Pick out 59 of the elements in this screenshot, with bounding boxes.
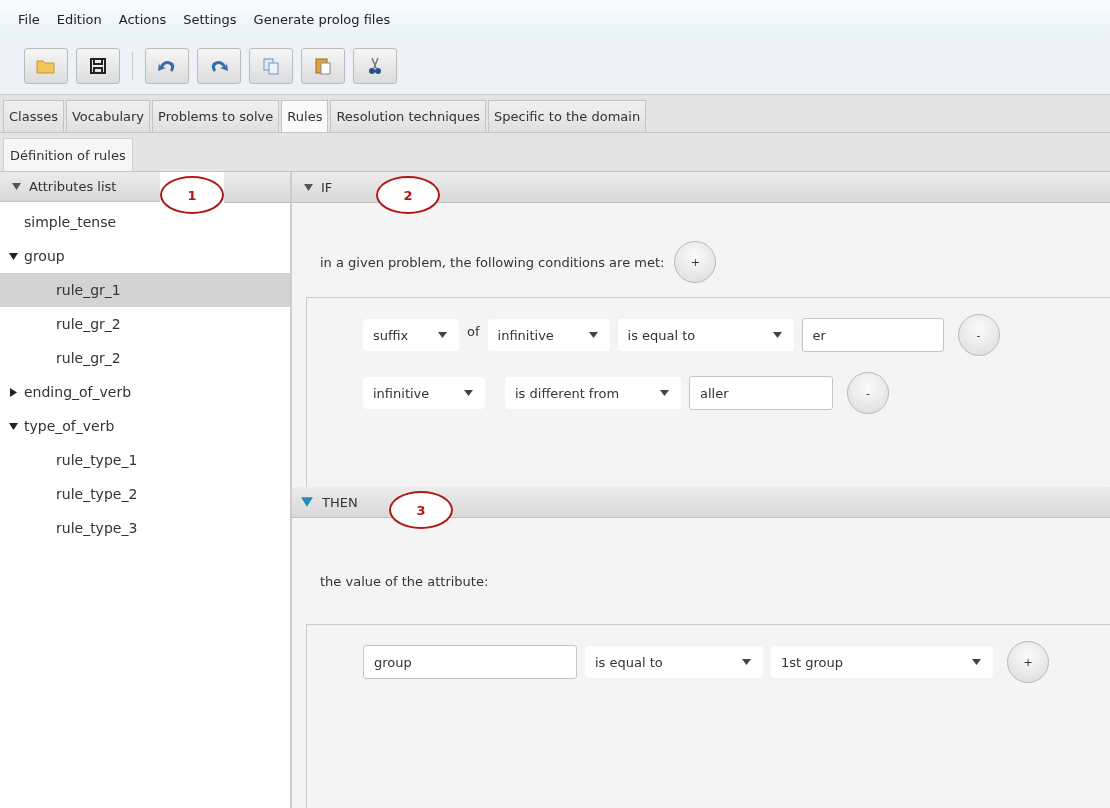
menu-item[interactable]: Generate prolog files [253,11,391,27]
caret-icon[interactable] [9,251,18,261]
tree-item[interactable]: rule_type_3 [0,511,290,545]
menu-item[interactable]: File [18,11,40,27]
floppy-icon [89,57,107,75]
caret-icon [972,659,981,665]
tree-item[interactable]: ending_of_verb [0,375,290,409]
undo-icon [157,58,177,74]
remove-button[interactable]: - [957,314,1000,356]
dropdown[interactable]: is different from [505,377,681,409]
tree-item[interactable]: rule_gr_1 [0,273,290,307]
dropdown[interactable]: is equal to [585,646,763,678]
tab[interactable]: Resolution techniques [330,100,487,132]
dropdown[interactable]: infinitive [487,319,610,351]
paste-icon [314,57,332,75]
caret-icon [464,390,473,396]
menu-item[interactable]: Settings [183,11,237,27]
caret-icon[interactable] [9,387,18,397]
toolbar-button[interactable] [76,48,120,84]
add-button[interactable]: + [1007,641,1049,683]
tab[interactable]: Vocabulary [66,100,151,132]
toolbar-button[interactable] [353,48,397,84]
menu-item[interactable]: Edition [56,11,102,27]
dropdown[interactable]: 1st group [771,646,993,678]
text-field[interactable]: group [363,645,577,679]
dropdown[interactable]: is equal to [617,319,794,351]
sentence-text: in a given problem, the following conditions are met: [320,254,665,270]
remove-button[interactable]: - [847,372,889,414]
caret-icon [438,332,447,338]
sentence-text: the value of the attribute: [320,573,489,589]
panel-header[interactable]: Attributes list [0,172,160,202]
text-field[interactable]: er [801,318,944,352]
tree-item[interactable]: group [0,239,290,273]
label-text: of [467,323,480,339]
callout-number: 1 [160,176,224,214]
tree-item[interactable]: rule_gr_2 [0,341,290,375]
redo-icon [209,58,229,74]
tab[interactable]: Specific to the domain [488,100,647,132]
tree-item[interactable]: type_of_verb [0,409,290,443]
tab[interactable]: Problems to solve [152,100,280,132]
scissors-icon [368,57,382,75]
caret-icon [772,332,782,338]
add-button[interactable]: + [674,241,717,283]
tab[interactable]: Rules [281,100,329,132]
tree-item[interactable]: rule_gr_2 [0,307,290,341]
tab[interactable]: Classes [3,100,64,132]
copy-icon [262,57,280,75]
text-field[interactable]: aller [689,376,833,410]
caret-icon[interactable] [9,421,18,431]
menu-item[interactable]: Actions [118,11,167,27]
dropdown[interactable]: infinitive [363,377,485,409]
tree-item[interactable]: rule_type_1 [0,443,290,477]
tab[interactable]: Définition of rules [3,138,133,171]
tree-item[interactable]: rule_type_2 [0,477,290,511]
caret-icon [742,659,751,665]
dropdown[interactable]: suffix [363,319,459,351]
caret-icon [660,390,669,396]
folder-icon [36,58,56,74]
caret-icon [588,332,598,338]
